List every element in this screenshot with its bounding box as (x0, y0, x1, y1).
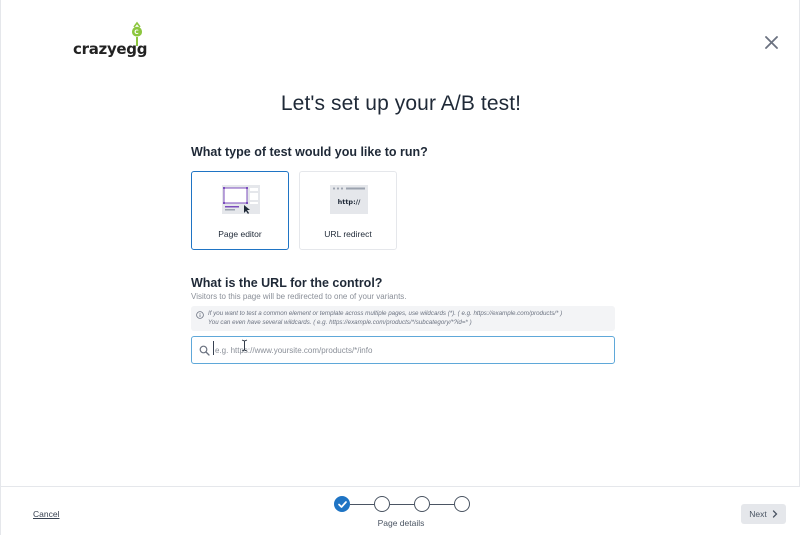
chevron-right-icon (772, 510, 778, 518)
step-connector (390, 503, 414, 505)
control-url-subtitle: Visitors to this page will be redirected… (191, 292, 407, 301)
step-3 (414, 496, 430, 512)
info-line-1: If you want to test a common element or … (208, 310, 563, 317)
step-2 (374, 496, 390, 512)
page-editor-icon (222, 185, 260, 214)
search-icon (199, 345, 210, 356)
wildcard-info-box: If you want to test a common element or … (191, 306, 615, 331)
page-title: Let's set up your A/B test! (280, 92, 522, 115)
text-cursor-icon (241, 339, 248, 352)
progress-stepper (334, 496, 474, 514)
url-redirect-illustration-text: http:// (338, 198, 361, 206)
ab-test-setup-modal: C crazyegg Let's set up your A/B test! W… (0, 0, 800, 535)
crazyegg-logo: C crazyegg (73, 20, 163, 60)
step-1-complete (334, 496, 350, 512)
step-connector (430, 503, 454, 505)
step-connector (350, 503, 374, 505)
checkmark-icon (337, 500, 347, 508)
test-type-question: What type of test would you like to run? (191, 145, 428, 159)
control-url-field[interactable] (191, 336, 615, 364)
control-url-input[interactable] (214, 341, 609, 360)
close-icon (764, 35, 778, 49)
next-button-label: Next (749, 509, 767, 519)
text-caret (213, 341, 214, 355)
brand-name: crazyegg (73, 40, 148, 58)
svg-text:C: C (134, 29, 139, 36)
control-url-question: What is the URL for the control? (191, 276, 383, 290)
next-button[interactable]: Next (741, 504, 786, 524)
step-4 (454, 496, 470, 512)
info-icon (196, 311, 204, 319)
url-redirect-label: URL redirect (324, 229, 372, 239)
url-redirect-icon: http:// (330, 185, 368, 214)
current-step-label: Page details (377, 518, 425, 528)
page-editor-label: Page editor (218, 229, 262, 239)
page-editor-option[interactable]: Page editor (191, 171, 289, 250)
footer-bar: Cancel Page details Next (1, 486, 800, 535)
info-line-2: You can even have several wildcards. ( e… (208, 319, 472, 326)
close-button[interactable] (761, 32, 781, 52)
url-redirect-option[interactable]: http:// URL redirect (299, 171, 397, 250)
